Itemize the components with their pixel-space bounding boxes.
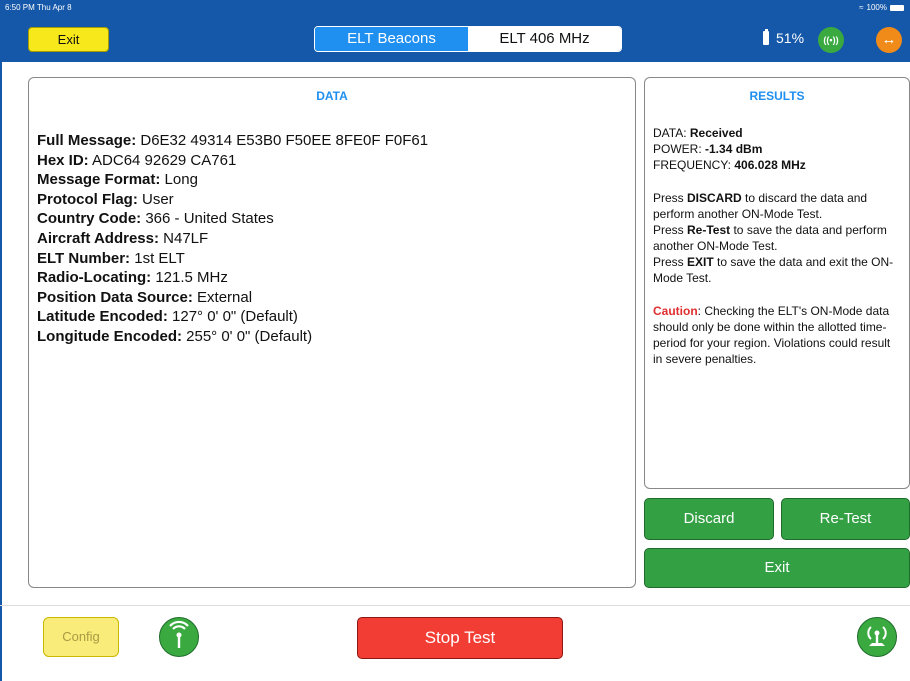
left-edge-accent bbox=[0, 62, 2, 681]
exit-button[interactable]: Exit bbox=[28, 27, 109, 52]
data-value: 255° 0' 0" (Default) bbox=[181, 327, 313, 345]
result-data-label: DATA: bbox=[653, 126, 690, 140]
top-bar: 6:50 PM Thu Apr 8 ≈ 100% Exit ELT Beacon… bbox=[0, 0, 910, 62]
data-row: Full Message: D6E32 49314 E53B0 F50EE 8F… bbox=[37, 131, 635, 151]
data-key: Longitude Encoded: bbox=[37, 327, 182, 345]
result-data-value: Received bbox=[689, 126, 743, 140]
data-key: Aircraft Address: bbox=[37, 229, 159, 247]
tab-elt-beacons[interactable]: ELT Beacons bbox=[315, 27, 468, 51]
result-frequency-line: FREQUENCY: 406.028 MHz bbox=[653, 157, 901, 173]
retest-button[interactable]: Re-Test bbox=[781, 498, 910, 540]
tab-elt-406[interactable]: ELT 406 MHz bbox=[468, 27, 621, 51]
results-panel: RESULTS DATA: Received POWER: -1.34 dBm … bbox=[644, 77, 910, 489]
instruction-exit: Press EXIT to save the data and exit the… bbox=[653, 254, 901, 286]
data-key: Full Message: bbox=[37, 132, 137, 149]
instruction-discard: Press DISCARD to discard the data and pe… bbox=[653, 190, 901, 222]
data-value: Long bbox=[160, 171, 198, 189]
data-value: User bbox=[137, 190, 174, 208]
instruction-retest-word: Re-Test bbox=[687, 223, 731, 237]
data-key: Position Data Source: bbox=[37, 288, 193, 306]
result-power-label: POWER: bbox=[653, 142, 706, 156]
status-battery-icon bbox=[890, 4, 904, 11]
beacon-button[interactable] bbox=[857, 617, 897, 657]
data-row: Radio-Locating: 121.5 MHz bbox=[37, 268, 635, 288]
rotate-icon[interactable]: ↔ bbox=[876, 27, 902, 53]
result-frequency-value: 406.028 MHz bbox=[734, 158, 806, 172]
antenna-icon bbox=[169, 620, 189, 648]
data-key: Protocol Flag: bbox=[37, 190, 138, 208]
signal-status-icon: ((•)) bbox=[818, 27, 844, 53]
results-body: DATA: Received POWER: -1.34 dBm FREQUENC… bbox=[653, 125, 901, 367]
data-value: 1st ELT bbox=[130, 249, 185, 267]
exit-results-button[interactable]: Exit bbox=[644, 548, 910, 588]
results-panel-title: RESULTS bbox=[749, 89, 805, 103]
result-power-value: -1.34 dBm bbox=[705, 142, 763, 156]
beacon-icon bbox=[867, 626, 887, 646]
instruction-discard-word: DISCARD bbox=[687, 191, 742, 205]
data-row: Latitude Encoded: 127° 0' 0" (Default) bbox=[37, 307, 635, 327]
data-row: Hex ID: ADC64 92629 CA761 bbox=[37, 151, 635, 171]
data-row: Message Format: Long bbox=[37, 170, 635, 190]
data-list: Full Message: D6E32 49314 E53B0 F50EE 8F… bbox=[37, 131, 635, 347]
data-value: 127° 0' 0" (Default) bbox=[167, 308, 298, 326]
data-key: Country Code: bbox=[37, 210, 142, 228]
config-button[interactable]: Config bbox=[43, 617, 119, 657]
result-frequency-label: FREQUENCY: bbox=[653, 158, 735, 172]
device-battery: 51% bbox=[763, 29, 805, 46]
data-key: Radio-Locating: bbox=[37, 269, 152, 287]
wifi-icon: ≈ bbox=[859, 3, 864, 12]
data-key: Message Format: bbox=[37, 171, 161, 189]
discard-button[interactable]: Discard bbox=[644, 498, 774, 540]
data-value: External bbox=[192, 288, 253, 306]
data-value: ADC64 92629 CA761 bbox=[88, 151, 237, 169]
mode-segmented-control[interactable]: ELT Beacons ELT 406 MHz bbox=[314, 26, 622, 52]
stop-test-button[interactable]: Stop Test bbox=[357, 617, 563, 659]
instruction-exit-word: EXIT bbox=[687, 255, 714, 269]
footer-divider bbox=[0, 605, 910, 606]
data-row: ELT Number: 1st ELT bbox=[37, 249, 635, 269]
data-value: 366 - United States bbox=[141, 210, 274, 228]
data-row: Country Code: 366 - United States bbox=[37, 209, 635, 229]
status-battery-percent: 100% bbox=[866, 3, 887, 12]
battery-icon bbox=[763, 29, 769, 45]
data-row: Longitude Encoded: 255° 0' 0" (Default) bbox=[37, 327, 635, 347]
data-panel: DATA Full Message: D6E32 49314 E53B0 F50… bbox=[28, 77, 636, 588]
data-row: Aircraft Address: N47LF bbox=[37, 229, 635, 249]
result-power-line: POWER: -1.34 dBm bbox=[653, 141, 901, 157]
status-indicators: ≈ 100% bbox=[859, 3, 904, 12]
data-value: D6E32 49314 E53B0 F50EE 8FE0F F0F61 bbox=[136, 132, 429, 149]
instruction-press: Press bbox=[653, 255, 688, 269]
data-value: N47LF bbox=[158, 229, 209, 247]
data-row: Position Data Source: External bbox=[37, 288, 635, 308]
data-row: Protocol Flag: User bbox=[37, 190, 635, 210]
battery-label: 51% bbox=[776, 30, 805, 46]
status-time-date: 6:50 PM Thu Apr 8 bbox=[5, 3, 72, 12]
instruction-press: Press bbox=[653, 223, 688, 237]
caution-note: Caution: Checking the ELT's ON-Mode data… bbox=[653, 303, 901, 367]
data-value: 121.5 MHz bbox=[151, 269, 228, 287]
data-key: Hex ID: bbox=[37, 151, 89, 169]
instruction-retest: Press Re-Test to save the data and perfo… bbox=[653, 222, 901, 254]
data-key: ELT Number: bbox=[37, 249, 131, 267]
result-data-line: DATA: Received bbox=[653, 125, 901, 141]
instruction-press: Press bbox=[653, 191, 688, 205]
data-key: Latitude Encoded: bbox=[37, 308, 168, 326]
data-panel-title: DATA bbox=[316, 89, 348, 103]
caution-label: Caution bbox=[653, 304, 698, 318]
antenna-button[interactable] bbox=[159, 617, 199, 657]
